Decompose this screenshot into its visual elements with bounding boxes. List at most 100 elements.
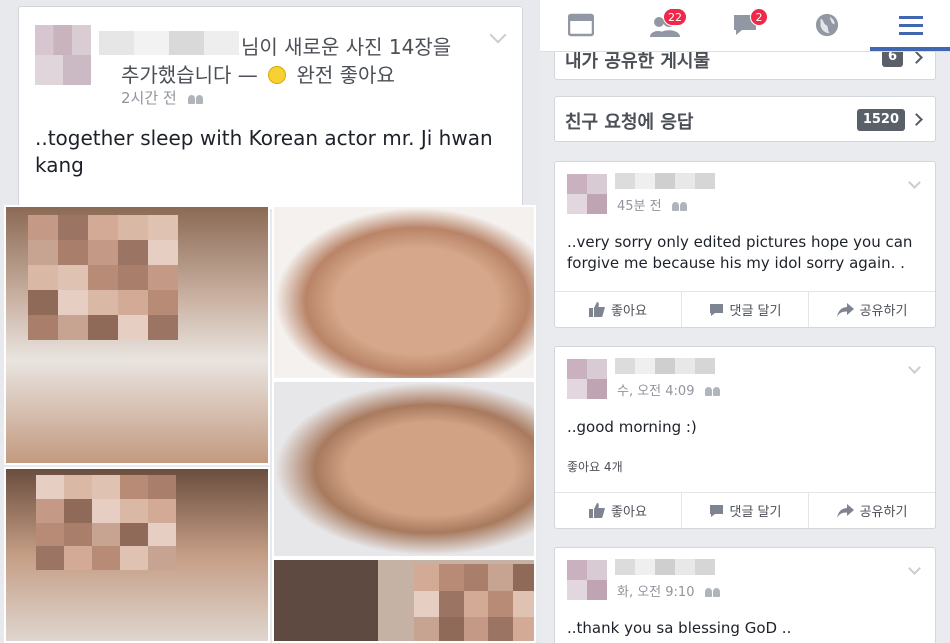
mosaic-tile xyxy=(36,498,64,523)
post-action-bar: 좋아요 댓글 달기 공유하기 xyxy=(555,291,935,327)
post-timestamp[interactable]: 수, 오전 4:09 xyxy=(617,380,721,399)
friends-audience-icon xyxy=(704,385,721,396)
share-button[interactable]: 공유하기 xyxy=(809,292,935,327)
likes-count[interactable]: 좋아요 4개 xyxy=(567,458,623,475)
photo-thumbnail[interactable] xyxy=(4,467,270,643)
feed-post: 화, 오전 9:10 ..thank you sa blessing GoD .… xyxy=(554,547,936,643)
thumbs-up-icon xyxy=(589,302,605,317)
friend-requests-badge: 22 xyxy=(663,8,687,26)
post-action-bar: 좋아요 댓글 달기 공유하기 xyxy=(555,492,935,528)
post-options-chevron-icon[interactable] xyxy=(908,176,921,189)
friends-audience-icon xyxy=(187,93,204,104)
like-button[interactable]: 좋아요 xyxy=(555,292,682,327)
blurred-author-name[interactable] xyxy=(615,358,715,374)
mosaic-tile xyxy=(148,498,176,523)
nav-menu[interactable] xyxy=(870,0,950,52)
mosaic-tile xyxy=(488,564,514,591)
mosaic-tile xyxy=(92,546,120,570)
avatar[interactable] xyxy=(567,560,607,600)
blurred-face-mosaic xyxy=(36,475,176,570)
comment-button[interactable]: 댓글 달기 xyxy=(682,493,809,528)
friend-requests-count: 1520 xyxy=(856,109,905,131)
top-navigation-bar: 22 2 xyxy=(540,0,950,52)
mosaic-tile xyxy=(28,240,58,265)
mosaic-tile xyxy=(488,590,514,618)
mosaic-tile xyxy=(148,290,178,315)
mosaic-tile xyxy=(28,265,58,290)
active-tab-indicator xyxy=(870,47,950,51)
mosaic-tile xyxy=(92,475,120,499)
mosaic-tile xyxy=(120,546,148,570)
post-timestamp[interactable]: 45분 전 xyxy=(617,195,688,214)
share-label: 공유하기 xyxy=(859,304,908,319)
post-text: ..good morning :) xyxy=(567,418,697,436)
post-timestamp[interactable]: 화, 오전 9:10 xyxy=(617,581,721,600)
avatar[interactable] xyxy=(35,25,91,85)
nav-messages[interactable]: 2 xyxy=(704,0,784,52)
mosaic-tile xyxy=(58,265,88,290)
blurred-face-mosaic xyxy=(414,564,534,641)
friend-requests-label: 친구 요청에 응답 xyxy=(565,112,694,133)
menu-icon xyxy=(899,16,923,35)
nav-friend-requests[interactable]: 22 xyxy=(622,0,702,52)
mosaic-tile xyxy=(28,290,58,315)
feed-post: 45분 전 ..very sorry only edited pictures … xyxy=(554,161,936,328)
timestamp-text: 2시간 전 xyxy=(121,89,177,107)
friend-requests-row[interactable]: 친구 요청에 응답 1520 xyxy=(554,96,936,142)
mosaic-tile xyxy=(58,215,88,240)
mosaic-tile xyxy=(438,564,464,591)
mosaic-tile xyxy=(118,265,148,290)
mosaic-tile xyxy=(118,315,148,340)
mosaic-tile xyxy=(118,290,148,315)
mosaic-tile xyxy=(36,475,64,499)
share-button[interactable]: 공유하기 xyxy=(809,493,935,528)
photo-thumbnail[interactable] xyxy=(272,205,536,380)
mosaic-tile xyxy=(414,590,439,618)
comment-icon xyxy=(709,303,723,316)
mosaic-tile xyxy=(120,498,148,523)
mosaic-tile xyxy=(118,215,148,240)
mosaic-tile xyxy=(28,315,58,340)
comment-button[interactable]: 댓글 달기 xyxy=(682,292,809,327)
mosaic-tile xyxy=(36,522,64,547)
post-options-chevron-icon[interactable] xyxy=(908,562,921,575)
avatar[interactable] xyxy=(567,174,607,214)
blurred-author-name[interactable] xyxy=(99,31,239,55)
post-options-chevron-icon[interactable] xyxy=(489,26,507,44)
photo-thumbnail[interactable] xyxy=(4,205,270,465)
left-post-panel: 님이 새로운 사진 14장을 추가했습니다 — 완전 좋아요 2시간 전 ..t… xyxy=(0,0,540,643)
comment-label: 댓글 달기 xyxy=(729,505,782,520)
mosaic-tile xyxy=(92,498,120,523)
post-timestamp[interactable]: 2시간 전 xyxy=(121,87,204,108)
share-arrow-icon xyxy=(836,503,854,518)
story-text-prefix: 추가했습니다 — xyxy=(121,63,258,87)
blurred-author-name[interactable] xyxy=(615,559,715,575)
post-options-chevron-icon[interactable] xyxy=(908,361,921,374)
like-label: 좋아요 xyxy=(611,304,647,319)
like-button[interactable]: 좋아요 xyxy=(555,493,682,528)
mosaic-tile xyxy=(58,315,88,340)
mosaic-tile xyxy=(88,215,118,240)
mosaic-tile xyxy=(148,215,178,240)
nav-notifications[interactable] xyxy=(786,0,866,52)
mosaic-tile xyxy=(488,617,514,641)
mosaic-tile xyxy=(28,215,58,240)
share-label: 공유하기 xyxy=(859,505,908,520)
mosaic-tile xyxy=(148,475,176,499)
nav-news-feed[interactable] xyxy=(540,0,620,52)
mosaic-tile xyxy=(148,522,176,547)
photo-thumbnail[interactable] xyxy=(272,558,536,643)
avatar[interactable] xyxy=(567,359,607,399)
blurred-author-name[interactable] xyxy=(615,173,715,189)
mosaic-tile xyxy=(64,475,92,499)
mosaic-tile xyxy=(92,522,120,547)
timestamp-text: 45분 전 xyxy=(617,199,662,214)
mosaic-tile xyxy=(148,546,176,570)
mosaic-tile xyxy=(513,617,534,641)
share-arrow-icon xyxy=(836,302,854,317)
photo-post-card: 님이 새로운 사진 14장을 추가했습니다 — 완전 좋아요 2시간 전 ..t… xyxy=(18,6,523,211)
chevron-right-icon xyxy=(910,51,923,64)
right-feed-panel: 22 2 내가 공유한 게시물 6 친구 요청에 응답 1520 45분 전 .… xyxy=(540,0,950,643)
photo-thumbnail[interactable] xyxy=(272,380,536,558)
feed-post: 수, 오전 4:09 ..good morning :) 좋아요 4개 좋아요 … xyxy=(554,346,936,529)
